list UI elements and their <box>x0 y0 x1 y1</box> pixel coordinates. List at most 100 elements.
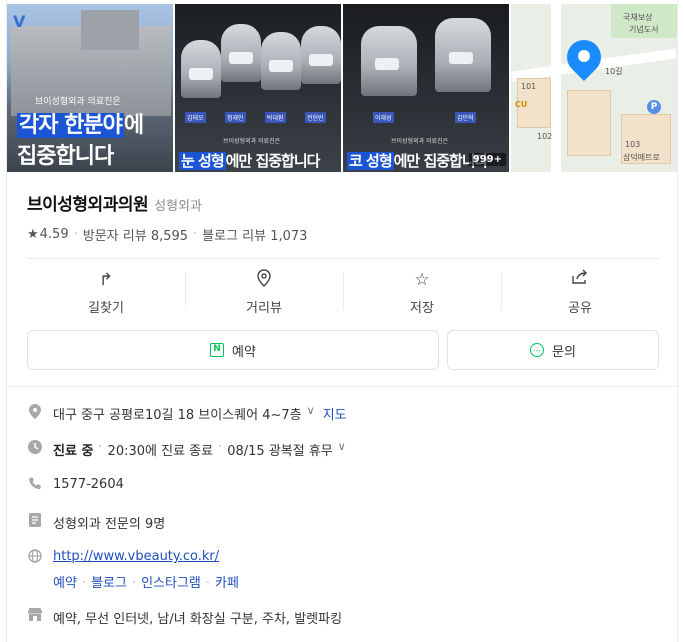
place-category: 성형외과 <box>154 199 202 214</box>
store-icon <box>27 608 43 625</box>
photo-nose-surgeons[interactable]: 이재성 김민혁 브이성형외과 의료진은 코 성형 에만 집중합니다 999+ <box>343 4 509 172</box>
photo-headline: 눈 성형 에만 집중합니다 <box>179 150 321 171</box>
photo-headline: 코 성형 에만 집중합니다 <box>347 150 488 171</box>
headline-highlight: 각자 한분야 <box>17 113 124 138</box>
street-view-button[interactable]: 거리뷰 <box>185 262 343 322</box>
separator: · <box>98 440 103 455</box>
doctor-image <box>261 32 301 90</box>
chevron-down-icon[interactable]: ∨ <box>307 404 315 417</box>
doctor-image <box>221 24 261 82</box>
save-button[interactable]: ☆ 저장 <box>343 262 501 322</box>
location-icon <box>27 404 43 423</box>
phone-number[interactable]: 1577-2604 <box>53 477 124 492</box>
sns-link-instagram[interactable]: 인스타그램 <box>141 576 201 591</box>
separator: · <box>193 227 198 242</box>
sns-link-reserve[interactable]: 예약 <box>53 576 77 591</box>
street-view-icon <box>257 268 271 291</box>
sns-links: 예약 · 블로그 · 인스타그램 · 카페 <box>53 572 239 591</box>
map-label: 102 <box>537 132 553 141</box>
doctor-image <box>435 18 491 92</box>
blog-reviews-link[interactable]: 블로그 리뷰 1,073 <box>202 225 307 244</box>
holiday-notice: 08/15 광복절 휴무 <box>227 444 333 459</box>
photo-tagline: 브이성형외과 의료진은 <box>223 138 281 145</box>
clinic-logo: V <box>13 12 26 31</box>
map-link[interactable]: 지도 <box>323 404 347 423</box>
doctor-name-badge: 김민혁 <box>455 112 476 123</box>
share-icon <box>571 269 589 291</box>
parking-icon: P <box>647 100 661 114</box>
place-name: 브이성형외과의원 <box>27 195 149 215</box>
share-button[interactable]: 공유 <box>501 262 659 322</box>
doctor-image <box>361 26 417 96</box>
place-header: 브이성형외과의원 성형외과 <box>27 190 202 215</box>
directions-icon: ↱ <box>98 269 114 290</box>
map-label: 국채보상 <box>623 13 653 22</box>
inquiry-button[interactable]: … 문의 <box>447 330 659 370</box>
doctors-row: 성형외과 전문의 9명 <box>27 513 165 532</box>
amenities-row: 예약, 무선 인터넷, 남/녀 화장실 구분, 주차, 발렛파킹 <box>27 608 342 627</box>
doctor-name-badge: 정재인 <box>225 112 246 123</box>
headline-rest: 에 <box>123 113 144 138</box>
homepage-row: http://www.vbeauty.co.kr/ <box>27 549 219 567</box>
action-bar: ↱ 길찾기 거리뷰 ☆ 저장 공유 <box>27 262 659 322</box>
sns-link-cafe[interactable]: 카페 <box>215 576 239 591</box>
star-icon: ☆ <box>414 269 430 290</box>
photo-building[interactable]: V 브이성형외과 의료진은 각자 한분야에 집중합니다 <box>7 4 173 172</box>
photo-count-badge[interactable]: 999+ <box>468 153 506 166</box>
hours-row: 진료 중 · 20:30에 진료 종료 · 08/15 광복절 휴무 ∨ <box>27 440 346 459</box>
doctor-name-badge: 이재성 <box>373 112 394 123</box>
building-tower-image <box>81 10 139 50</box>
photo-headline-2: 집중합니다 <box>17 144 114 169</box>
photo-subtitle: 브이성형외과 의료진은 <box>35 97 121 107</box>
map-thumbnail[interactable]: 국채보상 기념도서 10길 101 102 103 CU 삼덕메트로 P <box>511 4 677 172</box>
homepage-link[interactable]: http://www.vbeauty.co.kr/ <box>53 549 219 564</box>
directions-label: 길찾기 <box>88 300 124 316</box>
place-card: V 브이성형외과 의료진은 각자 한분야에 집중합니다 김태오 정재인 박대환 … <box>6 0 679 642</box>
headline-highlight: 눈 성형 <box>179 152 226 170</box>
address-row: 대구 중구 공평로10길 18 브이스퀘어 4~7층 ∨ 지도 <box>27 404 347 423</box>
clock-icon <box>27 440 43 458</box>
doctors-info: 성형외과 전문의 9명 <box>53 517 166 532</box>
chevron-down-icon[interactable]: ∨ <box>338 440 346 453</box>
sns-link-blog[interactable]: 블로그 <box>91 576 127 591</box>
document-icon <box>27 513 43 531</box>
headline-rest: 에만 집중합니다 <box>225 152 321 170</box>
separator: · <box>205 576 211 591</box>
reserve-label: 예약 <box>232 344 256 360</box>
photo-headline-1: 각자 한분야에 <box>17 107 144 139</box>
address-text[interactable]: 대구 중구 공평로10길 18 브이스퀘어 4~7층 <box>53 404 302 423</box>
map-label: 삼덕메트로 <box>623 153 660 162</box>
open-status: 진료 중 <box>53 444 94 459</box>
directions-button[interactable]: ↱ 길찾기 <box>27 262 185 322</box>
separator: · <box>131 576 137 591</box>
doctor-name-badge: 김태오 <box>185 112 206 123</box>
street-view-label: 거리뷰 <box>246 300 282 316</box>
map-building <box>567 90 611 156</box>
reserve-button[interactable]: N 예약 <box>27 330 439 370</box>
amenities-text: 예약, 무선 인터넷, 남/녀 화장실 구분, 주차, 발렛파킹 <box>53 612 343 627</box>
divider <box>27 258 659 259</box>
road <box>551 4 561 172</box>
place-stats: ★ 4.59 · 방문자 리뷰 8,595 · 블로그 리뷰 1,073 <box>27 225 307 244</box>
map-label: 103 <box>625 140 641 149</box>
map-label: 기념도서 <box>629 25 659 34</box>
doctor-name-badge: 전헌빈 <box>305 112 326 123</box>
visitor-reviews-link[interactable]: 방문자 리뷰 8,595 <box>83 225 188 244</box>
naver-booking-icon: N <box>210 343 225 357</box>
separator: · <box>73 227 78 242</box>
location-pin-center <box>578 50 590 62</box>
separator: · <box>218 440 223 455</box>
phone-row: 1577-2604 <box>27 477 124 494</box>
rating-star-icon: ★ <box>27 227 39 242</box>
photo-eye-surgeons[interactable]: 김태오 정재인 박대환 전헌빈 브이성형외과 의료진은 눈 성형 에만 집중합니다 <box>175 4 341 172</box>
section-divider <box>7 386 679 387</box>
share-label: 공유 <box>568 300 592 316</box>
closing-time: 20:30에 진료 종료 <box>107 444 214 459</box>
save-label: 저장 <box>410 300 434 316</box>
separator: · <box>81 576 87 591</box>
chat-icon: … <box>530 343 545 357</box>
inquiry-label: 문의 <box>552 344 576 360</box>
doctor-image <box>301 26 341 84</box>
photo-tagline: 브이성형외과 의료진은 <box>391 138 449 145</box>
photo-strip[interactable]: V 브이성형외과 의료진은 각자 한분야에 집중합니다 김태오 정재인 박대환 … <box>7 4 679 172</box>
